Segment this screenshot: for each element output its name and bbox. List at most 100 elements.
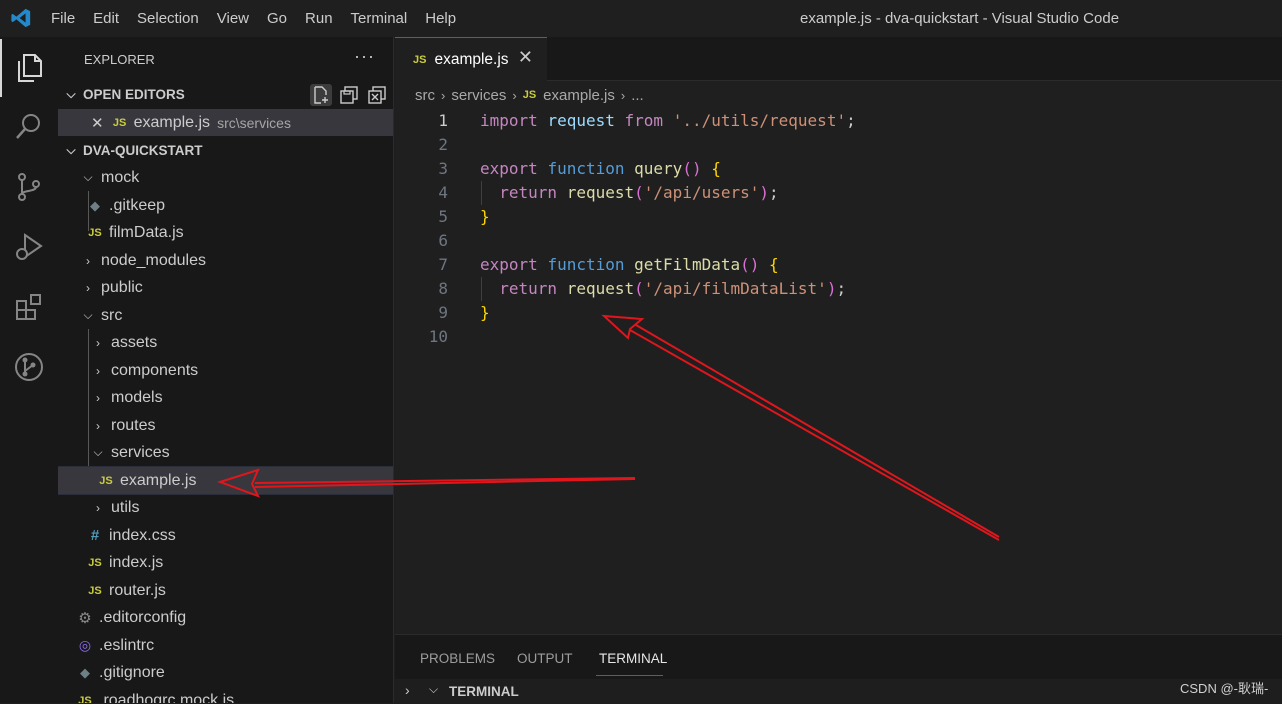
activity-bar bbox=[0, 37, 58, 703]
run-debug-icon[interactable] bbox=[0, 218, 58, 276]
tab-output[interactable]: OUTPUT bbox=[517, 651, 573, 666]
js-file-icon: JS bbox=[112, 116, 127, 129]
source-control-icon[interactable] bbox=[0, 158, 58, 216]
js-file-icon: JS bbox=[99, 474, 113, 487]
window-title: example.js - dva-quickstart - Visual Stu… bbox=[800, 10, 1120, 27]
js-file-icon: JS bbox=[88, 556, 102, 569]
breadcrumb: src › services › JS example.js › ... bbox=[395, 81, 1282, 109]
menu-view[interactable]: View bbox=[208, 0, 258, 37]
tree-item-gitignore[interactable]: ◆ .gitignore bbox=[58, 659, 393, 686]
tree-item-assets[interactable]: › assets bbox=[58, 329, 393, 356]
menu-edit[interactable]: Edit bbox=[84, 0, 128, 37]
chevron-right-icon: › bbox=[620, 87, 626, 103]
extensions-icon[interactable] bbox=[0, 278, 58, 336]
eslint-icon: ◎ bbox=[78, 637, 92, 653]
tree-item-router-js[interactable]: JS router.js bbox=[58, 577, 393, 604]
explorer-icon[interactable] bbox=[0, 39, 58, 97]
chevron-right-icon[interactable]: › bbox=[405, 682, 410, 698]
tab-example-js[interactable]: JS example.js ✕ bbox=[395, 37, 547, 81]
tree-item-index-js[interactable]: JS index.js bbox=[58, 549, 393, 576]
line-number: 4 bbox=[438, 183, 448, 202]
new-file-icon[interactable] bbox=[310, 83, 332, 106]
menu-run[interactable]: Run bbox=[296, 0, 342, 37]
line-number: 3 bbox=[438, 159, 448, 178]
tree-item-models[interactable]: › models bbox=[58, 384, 393, 411]
explorer-sidebar: EXPLORER ··· ⌵ OPEN EDITORS ✕ JS example… bbox=[58, 37, 394, 703]
code-text: } bbox=[480, 207, 490, 226]
js-file-icon: JS bbox=[78, 694, 92, 704]
gear-icon: ⚙ bbox=[78, 609, 92, 627]
tree-item-src[interactable]: ⌵ src bbox=[58, 302, 393, 329]
tree-item-public[interactable]: › public bbox=[58, 274, 393, 301]
project-title: DVA-QUICKSTART bbox=[83, 143, 203, 158]
open-editor-path: src\services bbox=[217, 114, 291, 131]
git-graph-icon[interactable] bbox=[0, 338, 58, 396]
open-editor-item[interactable]: ✕ JS example.js src\services bbox=[58, 109, 393, 136]
breadcrumb-file[interactable]: example.js bbox=[543, 87, 615, 104]
breadcrumb-src[interactable]: src bbox=[415, 87, 435, 104]
tree-item-eslintrc[interactable]: ◎ .eslintrc bbox=[58, 632, 393, 659]
close-all-icon[interactable] bbox=[366, 84, 388, 106]
chevron-right-icon: › bbox=[96, 363, 100, 378]
menu-help[interactable]: Help bbox=[416, 0, 465, 37]
tree-item-utils[interactable]: › utils bbox=[58, 494, 393, 521]
menu-file[interactable]: File bbox=[42, 0, 84, 37]
code-text: } bbox=[480, 303, 490, 322]
git-icon: ◆ bbox=[80, 664, 90, 680]
chevron-right-icon: › bbox=[512, 87, 517, 103]
chevron-down-icon: ⌵ bbox=[429, 682, 439, 696]
line-number: 7 bbox=[438, 255, 448, 274]
tree-item-services[interactable]: ⌵ services bbox=[58, 439, 393, 466]
tree-item-example-js[interactable]: JS example.js bbox=[58, 466, 393, 495]
css-file-icon: # bbox=[90, 527, 100, 544]
line-number: 9 bbox=[438, 303, 448, 322]
tree-item-editorconfig[interactable]: ⚙ .editorconfig bbox=[58, 604, 393, 631]
breadcrumb-more[interactable]: ... bbox=[631, 87, 644, 104]
breadcrumb-services[interactable]: services bbox=[451, 87, 506, 104]
vscode-logo-icon bbox=[11, 8, 31, 28]
tree-item-filmdata[interactable]: JS filmData.js bbox=[58, 219, 393, 246]
chevron-right-icon: › bbox=[96, 500, 100, 515]
line-number: 1 bbox=[438, 111, 448, 130]
open-editors-section[interactable]: ⌵ OPEN EDITORS bbox=[58, 81, 393, 108]
line-number: 2 bbox=[438, 135, 448, 154]
indent-guide bbox=[481, 277, 482, 301]
save-all-icon[interactable] bbox=[338, 84, 360, 106]
chevron-right-icon: › bbox=[441, 87, 446, 103]
js-file-icon: JS bbox=[413, 53, 427, 66]
line-number: 10 bbox=[428, 327, 448, 346]
chevron-down-icon: ⌵ bbox=[83, 170, 93, 184]
search-icon[interactable] bbox=[0, 97, 58, 155]
menu-go[interactable]: Go bbox=[258, 0, 296, 37]
menu-bar: File Edit Selection View Go Run Terminal… bbox=[42, 0, 465, 37]
tree-item-mock[interactable]: ⌵ mock bbox=[58, 164, 393, 191]
close-icon[interactable]: ✕ bbox=[518, 47, 533, 68]
more-actions-icon[interactable]: ··· bbox=[354, 46, 375, 67]
code-text: export function getFilmData() { bbox=[480, 255, 779, 274]
code-editor[interactable]: 1 import request from '../utils/request'… bbox=[395, 109, 1282, 634]
tab-problems[interactable]: PROBLEMS bbox=[420, 651, 495, 666]
code-line: 10 bbox=[395, 325, 1282, 349]
code-text: export function query() { bbox=[480, 159, 721, 178]
code-line: 7 export function getFilmData() { bbox=[395, 253, 1282, 277]
tree-item-routes[interactable]: › routes bbox=[58, 412, 393, 439]
tree-item-gitkeep[interactable]: ◆ .gitkeep bbox=[58, 192, 393, 219]
menu-terminal[interactable]: Terminal bbox=[342, 0, 417, 37]
menu-selection[interactable]: Selection bbox=[128, 0, 208, 37]
terminal-section-header[interactable]: › ⌵ TERMINAL bbox=[395, 679, 1282, 704]
tree-item-index-css[interactable]: # index.css bbox=[58, 522, 393, 549]
chevron-down-icon: ⌵ bbox=[66, 87, 76, 101]
chevron-right-icon: › bbox=[86, 280, 90, 295]
tree-item-node-modules[interactable]: › node_modules bbox=[58, 247, 393, 274]
tree-item-components[interactable]: › components bbox=[58, 357, 393, 384]
tree-item-roadhogrc[interactable]: JS .roadhogrc.mock.js bbox=[58, 687, 393, 704]
project-section[interactable]: ⌵ DVA-QUICKSTART bbox=[58, 137, 393, 164]
close-icon[interactable]: ✕ bbox=[91, 114, 104, 132]
js-file-icon: JS bbox=[88, 584, 102, 597]
watermark: CSDN @-耿瑞- bbox=[1180, 681, 1269, 696]
bottom-panel: PROBLEMS OUTPUT TERMINAL › ⌵ TERMINAL bbox=[395, 634, 1282, 704]
code-line: 5 } bbox=[395, 205, 1282, 229]
tab-terminal[interactable]: TERMINAL bbox=[599, 651, 667, 666]
chevron-down-icon: ⌵ bbox=[83, 308, 93, 322]
chevron-right-icon: › bbox=[86, 253, 90, 268]
